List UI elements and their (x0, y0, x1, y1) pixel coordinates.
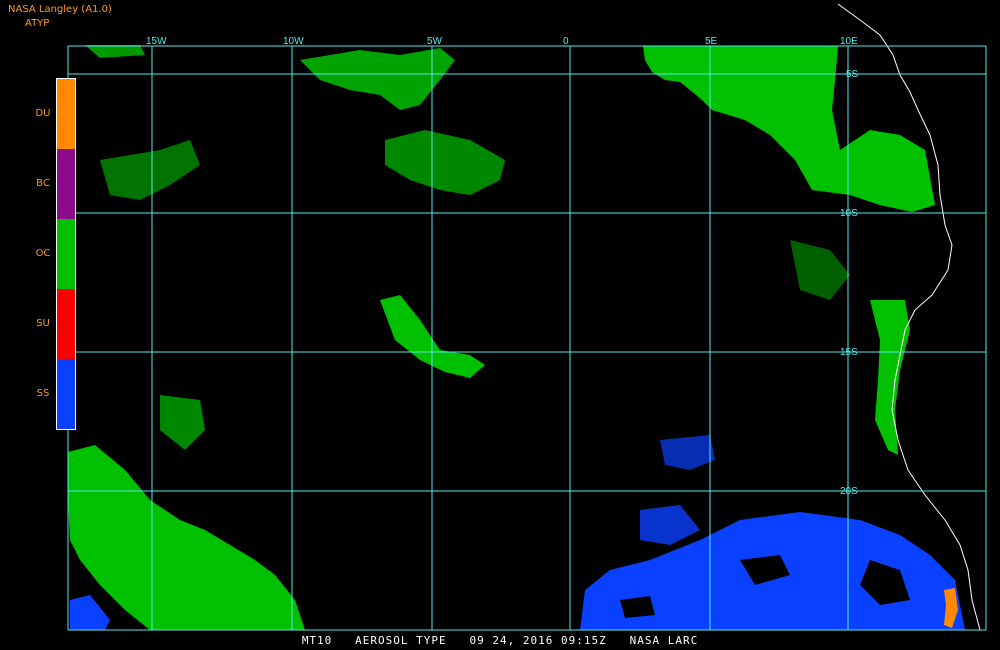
legend-label-ss: SS (36, 388, 50, 399)
lat-label: 5S (846, 69, 859, 80)
lon-label: 5E (705, 36, 718, 47)
footer-caption: MT10 AEROSOL TYPE 09 24, 2016 09:15Z NAS… (301, 634, 699, 647)
aerosol-map: 15W 10W 5W 0 5E 10E 5S 10S 15S 20S (0, 0, 1000, 650)
legend-label-du: DU (35, 108, 51, 119)
lon-label: 0 (563, 36, 569, 47)
legend-label-bc: BC (36, 178, 50, 189)
map-subtitle: ATYP (25, 18, 50, 29)
lat-label: 15S (840, 347, 858, 358)
lat-label: 20S (840, 486, 858, 497)
legend-label-su: SU (36, 318, 50, 329)
lon-label: 15W (146, 36, 167, 47)
lon-label: 10W (283, 36, 304, 47)
legend-label-oc: OC (35, 248, 51, 259)
lon-label: 5W (427, 36, 443, 47)
lat-label: 10S (840, 208, 858, 219)
lon-label: 10E (840, 36, 858, 47)
map-title: NASA Langley (A1.0) (8, 4, 112, 15)
